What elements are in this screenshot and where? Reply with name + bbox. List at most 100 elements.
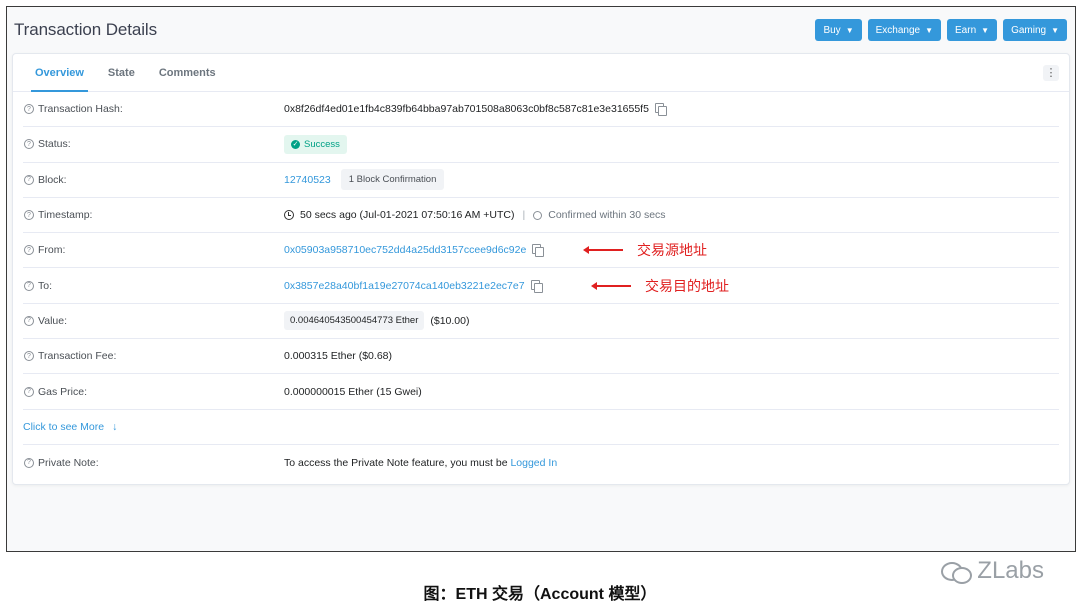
- help-icon[interactable]: ?: [24, 139, 34, 150]
- help-icon[interactable]: ?: [24, 386, 34, 397]
- chevron-down-icon: ▼: [1051, 25, 1059, 35]
- arrow-left-icon: [591, 281, 631, 290]
- row-transaction-fee: ? Transaction Fee: 0.000315 Ether ($0.68): [23, 339, 1059, 375]
- buy-button[interactable]: Buy ▼: [815, 19, 862, 41]
- from-label: From:: [38, 244, 66, 257]
- row-label: ? Status:: [23, 138, 284, 150]
- chevron-down-icon: ▼: [981, 25, 990, 35]
- chevron-down-icon: ▼: [845, 25, 854, 35]
- row-label: ? To:: [23, 280, 284, 292]
- row-value: 0x8f26df4ed01e1fb4c839fb64bba97ab701508a…: [284, 103, 667, 117]
- hash-label: Transaction Hash:: [38, 103, 123, 116]
- help-icon[interactable]: ?: [24, 210, 34, 221]
- fee-label: Transaction Fee:: [38, 350, 117, 363]
- row-block: ? Block: 12740523 1 Block Confirmation: [23, 163, 1059, 198]
- row-value: 0x3857e28a40bf1a19e27074ca140eb3221e2ec7…: [284, 279, 543, 293]
- timestamp-value: 50 secs ago (Jul-01-2021 07:50:16 AM +UT…: [300, 209, 515, 222]
- gas-price-value: 0.000000015 Ether (15 Gwei): [284, 385, 422, 398]
- copy-icon[interactable]: [532, 244, 545, 258]
- row-label: ? Timestamp:: [23, 209, 284, 221]
- to-label: To:: [38, 279, 53, 292]
- earn-button-label: Earn: [955, 24, 977, 36]
- row-timestamp: ? Timestamp: 50 secs ago (Jul-01-2021 07:…: [23, 198, 1059, 234]
- usd-value: ($10.00): [430, 314, 470, 327]
- row-label: ? Value:: [23, 315, 284, 327]
- divider: |: [522, 209, 526, 222]
- row-private-note: ? Private Note: To access the Private Not…: [23, 445, 1059, 480]
- row-value: ✓ Success: [284, 134, 347, 154]
- from-annotation: 交易源地址: [583, 240, 707, 260]
- tab-state[interactable]: State: [96, 54, 147, 91]
- tab-bar: Overview State Comments ⋮: [13, 54, 1069, 92]
- timestamp-label: Timestamp:: [38, 209, 93, 222]
- logged-in-link[interactable]: Logged In: [510, 457, 557, 469]
- copy-icon[interactable]: [530, 279, 543, 293]
- more-options-icon[interactable]: ⋮: [1043, 65, 1059, 81]
- tab-overview[interactable]: Overview: [23, 54, 96, 92]
- exchange-button[interactable]: Exchange ▼: [867, 19, 942, 41]
- help-icon[interactable]: ?: [24, 280, 34, 291]
- check-circle-icon: ✓: [291, 139, 300, 149]
- to-annotation-text: 交易目的地址: [645, 277, 729, 294]
- help-icon[interactable]: ?: [24, 315, 34, 326]
- row-label: ? Private Note:: [23, 457, 284, 469]
- copy-icon[interactable]: [654, 103, 667, 117]
- tab-comments[interactable]: Comments: [147, 54, 228, 91]
- gas-price-label: Gas Price:: [38, 385, 88, 398]
- help-icon[interactable]: ?: [24, 174, 34, 185]
- row-value: 0.000000015 Ether (15 Gwei): [284, 386, 422, 398]
- help-icon[interactable]: ?: [24, 104, 34, 115]
- transaction-hash-value: 0x8f26df4ed01e1fb4c839fb64bba97ab701508a…: [284, 103, 649, 116]
- details-list: ? Transaction Hash: 0x8f26df4ed01e1fb4c83…: [13, 92, 1069, 480]
- from-annotation-text: 交易源地址: [637, 242, 707, 259]
- page-title: Transaction Details: [14, 20, 157, 39]
- status-badge: ✓ Success: [284, 134, 347, 154]
- to-annotation: 交易目的地址: [591, 276, 729, 296]
- block-label: Block:: [38, 173, 67, 186]
- exchange-button-label: Exchange: [875, 24, 921, 36]
- private-note-label: Private Note:: [38, 456, 99, 469]
- page-header: Transaction Details Buy ▼ Exchange ▼ Earn ▼…: [7, 7, 1075, 53]
- help-icon[interactable]: ?: [24, 457, 34, 468]
- row-label: ? Gas Price:: [23, 386, 284, 398]
- row-value: 0x05903a958710ec752dd4a25dd3157ccee9d6c9…: [284, 244, 545, 258]
- confirmation-badge: 1 Block Confirmation: [340, 169, 445, 191]
- clock-outline-icon: [533, 210, 543, 220]
- to-address-link[interactable]: 0x3857e28a40bf1a19e27074ca140eb3221e2ec7…: [284, 280, 525, 292]
- buy-button-label: Buy: [823, 24, 841, 36]
- ether-amount-badge: 0.004640543500454773 Ether: [284, 311, 425, 331]
- private-note-text: To access the Private Note feature, you …: [284, 456, 511, 469]
- row-see-more: Click to see More ↓: [23, 410, 1059, 445]
- row-from: ? From: 0x05903a958710ec752dd4a25dd3157cc…: [23, 233, 1059, 269]
- row-value: 50 secs ago (Jul-01-2021 07:50:16 AM +UT…: [284, 209, 666, 221]
- row-value-content: 0.004640543500454773 Ether ($10.00): [284, 311, 470, 331]
- figure-caption: 图：ETH 交易（Account 模型）: [423, 586, 657, 603]
- header-button-group: Buy ▼ Exchange ▼ Earn ▼ Gaming ▼: [815, 19, 1067, 41]
- status-label: Status:: [38, 138, 71, 151]
- row-label: ? From:: [23, 244, 284, 256]
- clock-icon: [284, 210, 294, 221]
- wechat-icon: [941, 560, 973, 584]
- row-to: ? To: 0x3857e28a40bf1a19e27074ca140eb3221…: [23, 268, 1059, 304]
- row-value: 12740523 1 Block Confirmation: [284, 169, 445, 191]
- row-status: ? Status: ✓ Success: [23, 127, 1059, 163]
- row-gas-price: ? Gas Price: 0.000000015 Ether (15 Gwei): [23, 374, 1059, 410]
- from-address-link[interactable]: 0x05903a958710ec752dd4a25dd3157ccee9d6c9…: [284, 244, 526, 256]
- transaction-card: Overview State Comments ⋮ ? Transaction H…: [12, 53, 1070, 485]
- block-number-link[interactable]: 12740523: [284, 174, 331, 186]
- help-icon[interactable]: ?: [24, 245, 34, 256]
- row-value: To access the Private Note feature, you …: [284, 457, 557, 469]
- earn-button[interactable]: Earn ▼: [947, 19, 998, 41]
- transaction-fee-value: 0.000315 Ether ($0.68): [284, 350, 392, 363]
- status-value: Success: [304, 138, 340, 150]
- gaming-button[interactable]: Gaming ▼: [1003, 19, 1067, 41]
- arrow-down-icon: ↓: [112, 420, 118, 433]
- row-transaction-hash: ? Transaction Hash: 0x8f26df4ed01e1fb4c83…: [23, 92, 1059, 128]
- gaming-button-label: Gaming: [1011, 24, 1047, 36]
- help-icon[interactable]: ?: [24, 351, 34, 362]
- see-more-link[interactable]: Click to see More ↓: [23, 421, 117, 433]
- row-value: 0.000315 Ether ($0.68): [284, 350, 392, 362]
- chevron-down-icon: ▼: [925, 25, 934, 35]
- row-value: ? Value: 0.004640543500454773 Ether ($10.…: [23, 304, 1059, 340]
- row-label: ? Transaction Fee:: [23, 350, 284, 362]
